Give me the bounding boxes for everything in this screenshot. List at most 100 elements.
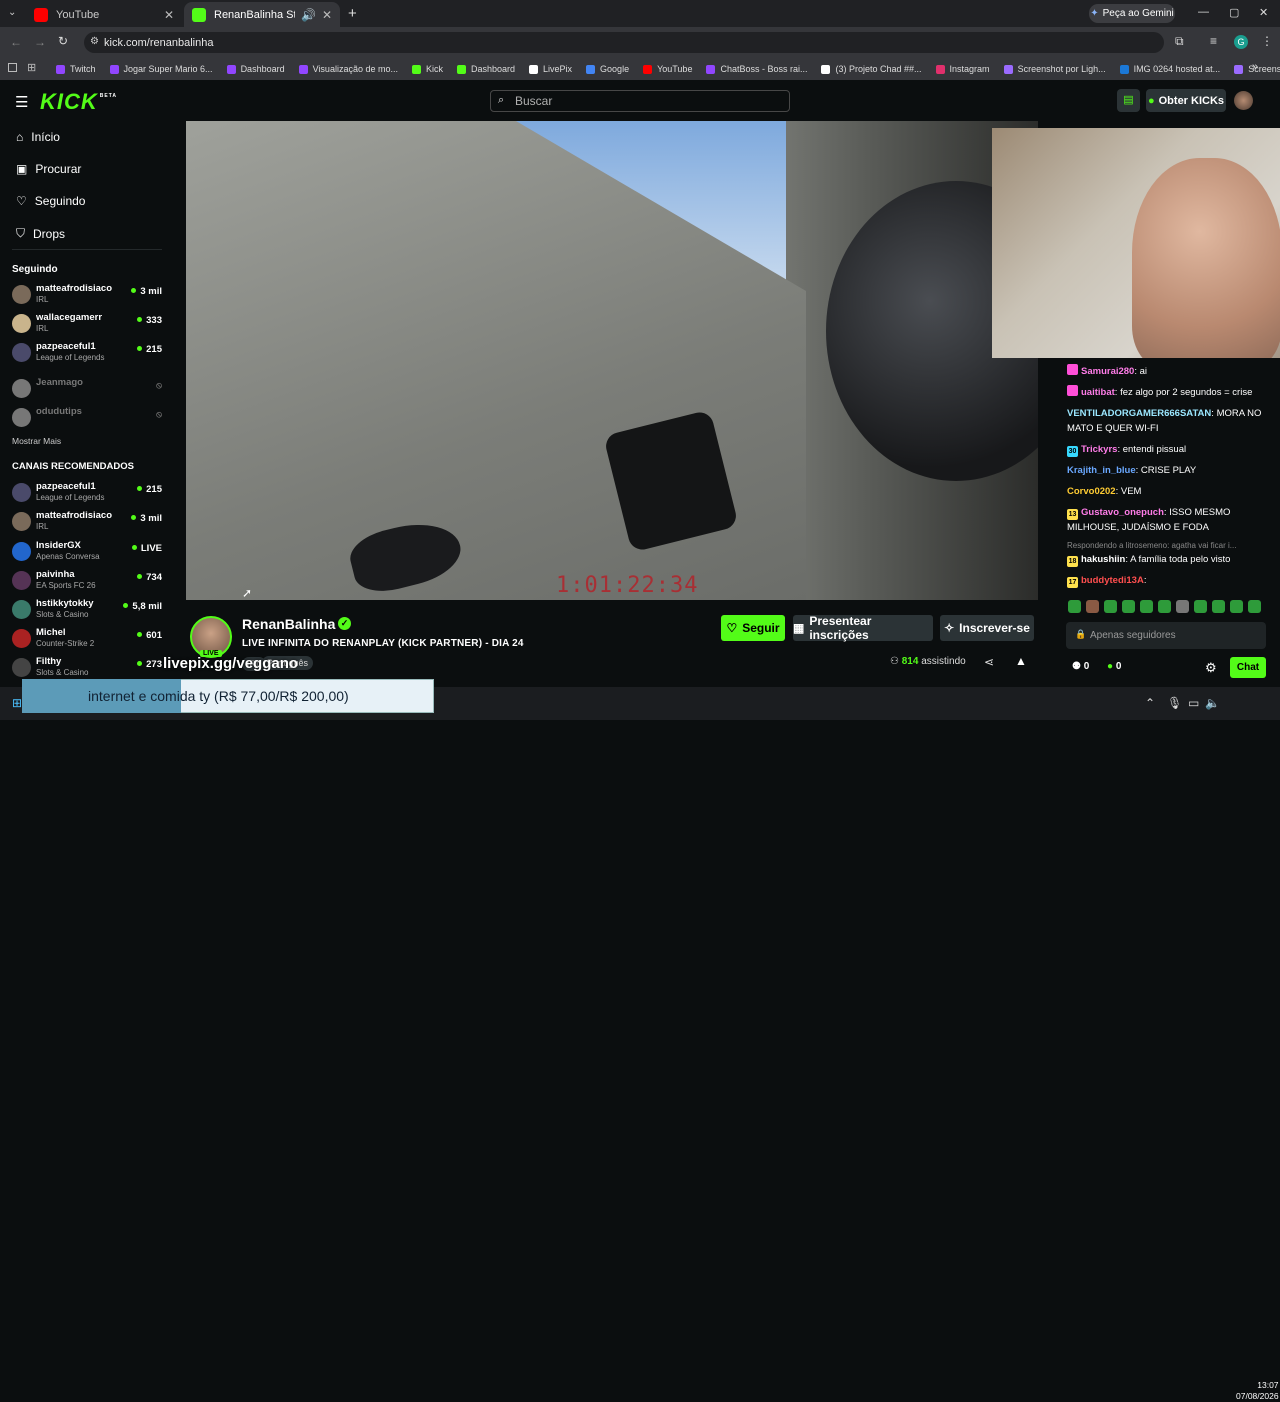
bookmark-item[interactable]: Dashboard xyxy=(457,64,515,74)
emote-icon[interactable] xyxy=(1194,600,1207,613)
chat-username[interactable]: buddytedi13A xyxy=(1081,575,1144,586)
chat-username[interactable]: Trickyrs xyxy=(1081,444,1117,455)
sidebar-channel[interactable]: Jeanmago ⦸ xyxy=(12,377,162,403)
emote-icon[interactable] xyxy=(1140,600,1153,613)
browser-menu-icon[interactable]: ⋮ xyxy=(1261,34,1273,48)
bookmark-item[interactable]: IMG 0264 hosted at... xyxy=(1119,64,1220,74)
follow-button[interactable]: ♡ Seguir xyxy=(721,615,785,641)
system-clock[interactable]: 13:07 07/08/2026 xyxy=(1236,1380,1279,1402)
close-window-button[interactable]: ✕ xyxy=(1259,6,1268,19)
bookmark-item[interactable]: YouTube xyxy=(643,64,692,74)
kick-logo[interactable]: KICK BETA xyxy=(40,89,117,115)
reload-icon[interactable]: ↻ xyxy=(58,34,68,48)
recommended-channel[interactable]: matteafrodisiaco IRL 3 mil xyxy=(12,510,162,536)
microphone-icon[interactable]: 🎙 xyxy=(1167,696,1182,710)
emote-icon[interactable] xyxy=(1122,600,1135,613)
site-info-icon[interactable]: ⚙ xyxy=(90,36,99,47)
emote-icon[interactable] xyxy=(1158,600,1171,613)
profile-avatar[interactable]: G xyxy=(1234,35,1248,49)
get-kicks-button[interactable]: ● Obter KICKs xyxy=(1146,89,1226,112)
nav-following[interactable]: ♡ Seguindo xyxy=(16,194,85,208)
chat-username[interactable]: VENTILADORGAMER666SATAN xyxy=(1067,408,1211,419)
chat-username[interactable]: Samurai280 xyxy=(1081,366,1134,377)
bookmark-item[interactable]: Instagram xyxy=(935,64,990,74)
close-tab-icon[interactable]: ✕ xyxy=(164,8,174,22)
windows-start-icon[interactable]: ⊞ xyxy=(12,696,22,710)
heart-icon: ♡ xyxy=(726,621,738,635)
chat-username[interactable]: Gustavo_onepuch xyxy=(1081,507,1164,518)
bookmark-item[interactable]: Google xyxy=(586,64,629,74)
search-input[interactable]: ⌕ Buscar xyxy=(490,90,790,112)
sidebar-channel[interactable]: pazpeaceful1 League of Legends 215 xyxy=(12,341,162,367)
emote-icon[interactable] xyxy=(1086,600,1099,613)
emote-icon[interactable] xyxy=(1230,600,1243,613)
tab-search-icon[interactable]: ⌄ xyxy=(8,7,16,18)
recommended-channel[interactable]: hstikkytokky Slots & Casino 5,8 mil xyxy=(12,598,162,624)
share-icon[interactable]: ⋖ xyxy=(984,655,994,669)
show-more-link[interactable]: Mostrar Mais xyxy=(12,436,61,446)
kicks-display[interactable]: ● 0 xyxy=(1107,661,1121,672)
recommended-channel[interactable]: pazpeaceful1 League of Legends 215 xyxy=(12,481,162,507)
address-bar[interactable]: ⚙ kick.com/renanbalinha xyxy=(84,32,1164,53)
bookmark-item[interactable]: Kick xyxy=(411,64,443,74)
emote-icon[interactable] xyxy=(1068,600,1081,613)
report-icon[interactable]: ▲ xyxy=(1015,654,1027,668)
menu-icon[interactable]: ☰ xyxy=(15,93,28,111)
nav-drops[interactable]: ⛉ Drops xyxy=(16,226,65,241)
chat-username[interactable]: Krajith_in_blue xyxy=(1067,465,1136,476)
sidebar-channel[interactable]: matteafrodisiaco IRL 3 mil xyxy=(12,283,162,309)
points-display[interactable]: ⚉ 0 xyxy=(1072,661,1089,672)
recommended-channel[interactable]: InsiderGX Apenas Conversa LIVE xyxy=(12,540,162,566)
subscribe-button[interactable]: ✧ Inscrever-se xyxy=(940,615,1034,641)
bookmark-item[interactable]: ChatBoss - Boss rai... xyxy=(706,64,807,74)
chat-username[interactable]: Corvo0202 xyxy=(1067,486,1116,497)
bookmark-label: LivePix xyxy=(543,64,573,74)
streamer-name[interactable]: RenanBalinha xyxy=(242,616,335,632)
user-avatar[interactable] xyxy=(1234,91,1253,110)
extensions-icon[interactable]: ⧉ xyxy=(1175,34,1184,49)
gemini-button[interactable]: ✦ Peça ao Gemini xyxy=(1089,4,1175,23)
tab-youtube[interactable]: YouTube ✕ xyxy=(26,2,182,27)
sidebar-channel[interactable]: wallacegamerr IRL 333 xyxy=(12,312,162,338)
bookmark-item[interactable]: Screenshot por Ligh... xyxy=(1003,64,1106,74)
emote-icon[interactable] xyxy=(1248,600,1261,613)
emote-icon[interactable] xyxy=(1176,600,1189,613)
tray-chevron-icon[interactable]: ⌃ xyxy=(1145,696,1155,710)
bookmark-item[interactable]: Dashboard xyxy=(226,64,285,74)
store-icon[interactable]: ▤ xyxy=(1117,89,1140,112)
chat-send-button[interactable]: Chat xyxy=(1230,657,1266,678)
recommended-channel[interactable]: Michel Counter-Strike 2 601 xyxy=(12,627,162,653)
more-bookmarks-icon[interactable]: » xyxy=(1252,61,1258,73)
gift-subs-button[interactable]: ▦ Presentear inscrições xyxy=(793,614,933,642)
maximize-window-button[interactable]: ▢ xyxy=(1229,6,1239,19)
sidebar-channel[interactable]: odudutips ⦸ xyxy=(12,406,162,432)
video-player[interactable] xyxy=(186,121,1038,600)
chat-username[interactable]: uaitibat xyxy=(1081,387,1115,398)
media-control-icon[interactable]: ≡ xyxy=(1210,34,1217,48)
chat-settings-icon[interactable]: ⚙ xyxy=(1205,660,1217,676)
forward-icon[interactable]: → xyxy=(34,35,46,49)
apps-icon[interactable] xyxy=(8,63,17,72)
speaker-icon[interactable]: 🔊 xyxy=(301,8,316,22)
bookmark-item[interactable]: LivePix xyxy=(529,64,572,74)
minimize-window-button[interactable]: — xyxy=(1198,6,1209,18)
chat-input[interactable]: 🔒 Apenas seguidores xyxy=(1066,622,1266,649)
grid-icon[interactable]: ⊞ xyxy=(27,61,36,74)
recommended-channel[interactable]: paivinha EA Sports FC 26 734 xyxy=(12,569,162,595)
bookmark-item[interactable]: Visualização de mo... xyxy=(298,64,398,74)
emote-icon[interactable] xyxy=(1104,600,1117,613)
new-tab-button[interactable]: + xyxy=(348,5,357,22)
bookmark-item[interactable]: Jogar Super Mario 6... xyxy=(109,64,213,74)
tab-kick[interactable]: RenanBalinha Stream - Wat 🔊 ✕ xyxy=(184,2,340,27)
close-tab-icon[interactable]: ✕ xyxy=(322,8,332,22)
volume-icon[interactable]: 🔈 xyxy=(1205,696,1220,710)
back-icon[interactable]: ← xyxy=(10,35,22,49)
bookmark-item[interactable]: (3) Projeto Chad ##... xyxy=(821,64,922,74)
network-icon[interactable]: ▭ xyxy=(1188,696,1199,710)
chat-username[interactable]: hakushiin xyxy=(1081,554,1125,565)
emote-icon[interactable] xyxy=(1212,600,1225,613)
nav-home[interactable]: ⌂ Início xyxy=(16,130,60,144)
bookmark-item[interactable]: Twitch xyxy=(56,64,96,74)
bookmark-favicon-icon xyxy=(1234,64,1244,74)
nav-browse[interactable]: ▣ Procurar xyxy=(16,162,81,176)
